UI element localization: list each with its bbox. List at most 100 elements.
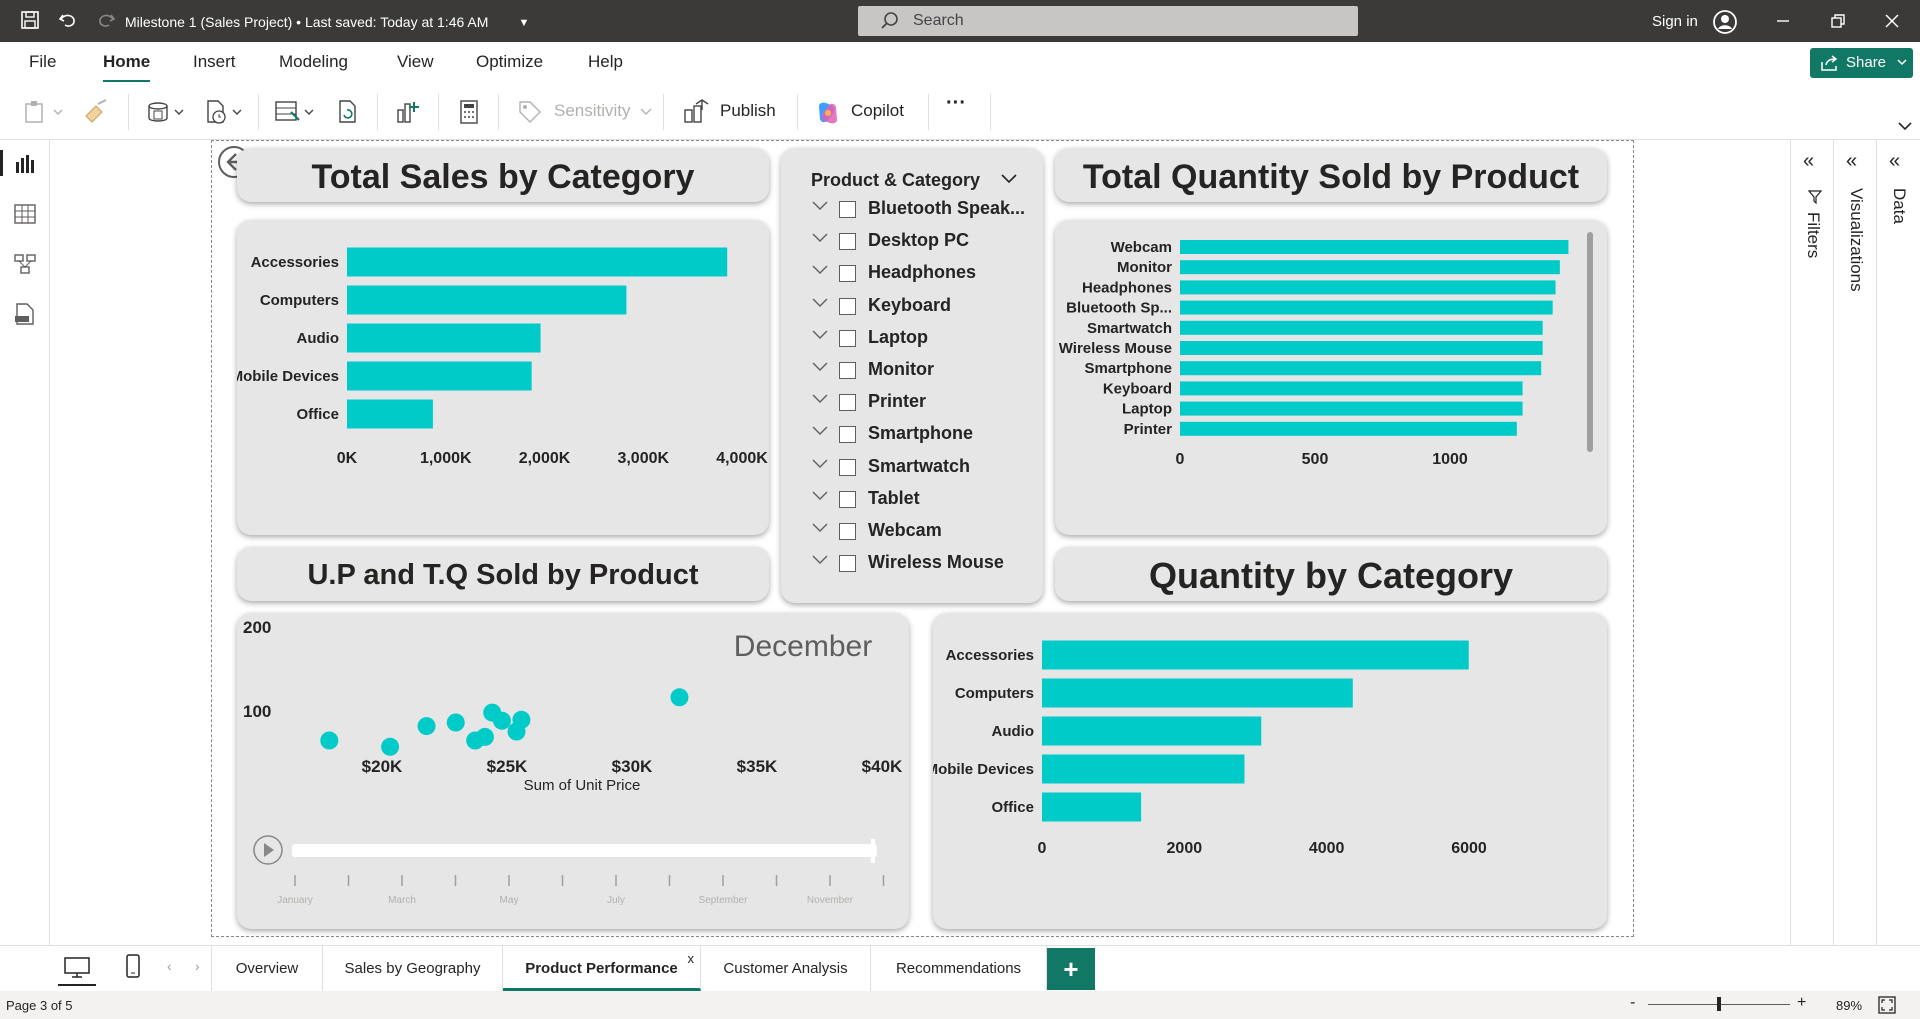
expand-chevron-icon[interactable] [811,390,829,408]
slicer-checkbox[interactable] [839,555,856,573]
zoom-slider-thumb[interactable] [1717,997,1721,1011]
recent-sources-icon[interactable] [203,98,247,126]
expand-chevron-icon[interactable] [811,326,829,344]
menu-modeling[interactable]: Modeling [279,52,348,72]
search-box[interactable]: Search [858,6,1358,36]
expand-chevron-icon[interactable] [811,229,829,247]
tab-product-performance[interactable]: Product Performance x [503,946,701,991]
close-tab-icon[interactable]: x [688,936,695,982]
category-label: Audio [992,723,1035,740]
redo-icon[interactable] [94,9,118,33]
format-painter-icon[interactable] [82,98,110,126]
publish-icon [684,99,709,123]
report-view-icon[interactable] [13,152,37,176]
title-dropdown-icon[interactable]: ▼ [512,11,536,35]
expand-data-icon[interactable]: « [1889,150,1900,173]
chart-scrollbar[interactable] [1587,232,1593,452]
menu-insert[interactable]: Insert [193,52,236,72]
data-pane[interactable]: « Data [1876,140,1920,945]
x-tick-label: $35K [737,757,778,776]
more-options-icon[interactable]: ··· [946,92,966,120]
model-view-icon[interactable] [13,252,37,276]
slicer-checkbox[interactable] [839,265,856,283]
scroll-tabs-right-icon[interactable]: › [195,958,200,974]
tab-customer-analysis[interactable]: Customer Analysis [701,946,871,991]
menu-home[interactable]: Home [103,52,151,83]
calculator-icon[interactable] [455,98,483,126]
slicer-checkbox[interactable] [839,426,856,444]
qty-category-title-card: Quantity by Category [1055,547,1607,601]
qty-product-chart-card[interactable]: Webcam Monitor Headphones Bluetooth Sp... Sm… [1055,220,1607,535]
mobile-layout-icon[interactable] [125,954,141,980]
expand-chevron-icon[interactable] [811,261,829,279]
expand-chevron-icon[interactable] [811,294,829,312]
slicer-checkbox[interactable] [839,458,856,476]
menu-view[interactable]: View [397,52,434,72]
tab-overview[interactable]: Overview [211,946,323,991]
expand-chevron-icon[interactable] [811,551,829,569]
x-tick-label: 0 [1176,451,1185,468]
tab-sales-by-geography[interactable]: Sales by Geography [323,946,503,991]
avatar-icon[interactable] [1712,9,1738,35]
product-slicer-card[interactable]: Product & Category Bluetooth Speak... Des… [781,148,1043,603]
scatter-point-9 [512,710,531,729]
table-view-icon[interactable] [13,202,37,226]
visualizations-pane[interactable]: « Visualizations [1833,140,1876,945]
slicer-checkbox[interactable] [839,201,856,218]
sign-in-link[interactable]: Sign in [1652,13,1698,30]
category-label: Smartwatch [1087,320,1172,337]
new-visual-icon[interactable] [394,98,422,126]
paste-icon[interactable] [22,98,66,126]
scroll-tabs-left-icon[interactable]: ‹ [167,958,172,974]
window-title[interactable]: Milestone 1 (Sales Project) • Last saved… [125,14,488,30]
menu-file[interactable]: File [29,52,56,72]
bar-7 [1180,381,1523,396]
slicer-checkbox[interactable] [839,297,856,315]
bar-0 [347,247,728,277]
expand-filters-icon[interactable]: « [1803,150,1814,173]
slicer-checkbox[interactable] [839,233,856,251]
refresh-icon[interactable] [335,98,363,126]
get-data-icon[interactable] [145,98,189,126]
expand-chevron-icon[interactable] [811,455,829,473]
menu-optimize[interactable]: Optimize [476,52,543,72]
slicer-chevron-down-icon[interactable] [1001,174,1017,184]
category-label: Accessories [946,647,1034,664]
sales-chart-card[interactable]: Accessories Computers Audio Mobile Devices O… [231,220,769,535]
page-indicator: Page 3 of 5 [6,998,73,1013]
tab-recommendations[interactable]: Recommendations [871,946,1047,991]
menu-help[interactable]: Help [588,52,623,72]
qty-category-chart-card[interactable]: Accessories Computers Audio Mobile Devices O… [926,613,1607,929]
expand-chevron-icon[interactable] [811,358,829,376]
expand-chevron-icon[interactable] [811,422,829,440]
undo-icon[interactable] [56,9,80,33]
desktop-layout-icon[interactable] [64,956,90,980]
collapse-ribbon-icon[interactable] [1898,122,1912,132]
expand-chevron-icon[interactable] [811,487,829,505]
share-icon [1821,55,1838,71]
visualizations-pane-label: Visualizations [1847,188,1866,292]
expand-chevron-icon[interactable] [811,197,829,215]
slicer-checkbox[interactable] [839,523,856,540]
scatter-chart-card[interactable]: 100 200 $20K $25K $30K $35K $40K Sum of Unit Pr… [237,613,909,929]
expand-visualizations-icon[interactable]: « [1846,150,1857,173]
add-page-button[interactable]: + [1047,948,1095,990]
slicer-checkbox[interactable] [839,329,856,347]
right-panes: « Filters « Visualizations « Data [1790,140,1920,945]
share-button[interactable]: Share [1810,48,1913,78]
slicer-checkbox[interactable] [839,362,856,379]
zoom-out-button[interactable]: - [1630,994,1635,1012]
fit-to-page-icon[interactable] [1878,996,1896,1014]
play-axis-label: December [734,630,872,663]
save-icon[interactable] [18,9,42,33]
slicer-checkbox[interactable] [839,490,856,508]
minimize-icon[interactable] [1773,11,1793,31]
expand-chevron-icon[interactable] [811,519,829,537]
dax-query-view-icon[interactable] [13,302,37,326]
zoom-in-button[interactable]: + [1797,994,1806,1012]
transform-data-icon[interactable] [273,98,321,126]
filters-pane[interactable]: « Filters [1790,140,1833,945]
slicer-checkbox[interactable] [839,394,856,412]
close-window-icon[interactable] [1882,11,1902,31]
restore-icon[interactable] [1828,11,1848,31]
